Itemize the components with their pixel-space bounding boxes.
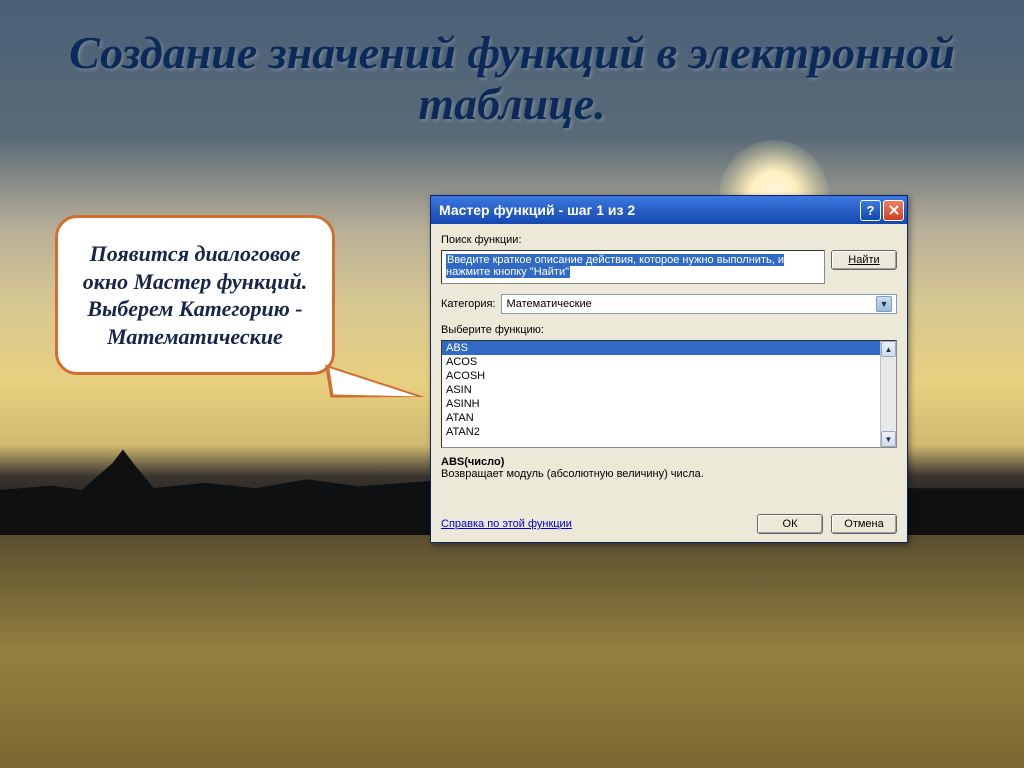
function-listbox[interactable]: ABSACOSACOSHASINASINHATANATAN2 ▲ ▼ <box>441 340 897 448</box>
ok-button[interactable]: ОК <box>757 514 823 534</box>
scroll-up-icon[interactable]: ▲ <box>881 341 896 357</box>
category-value: Математические <box>506 298 591 310</box>
list-item[interactable]: ACOS <box>442 355 880 369</box>
list-item[interactable]: ASINH <box>442 397 880 411</box>
function-wizard-dialog: Мастер функций - шаг 1 из 2 ? Поиск функ… <box>430 195 908 543</box>
category-select[interactable]: Математические ▼ <box>501 294 897 314</box>
dialog-title: Мастер функций - шаг 1 из 2 <box>439 202 635 218</box>
speech-bubble-tail <box>316 365 425 426</box>
close-icon <box>889 205 899 215</box>
search-label: Поиск функции: <box>441 234 897 246</box>
list-item[interactable]: ABS <box>442 341 880 355</box>
list-item[interactable]: ATAN2 <box>442 425 880 439</box>
find-button[interactable]: Найти <box>831 250 897 270</box>
speech-bubble: Появится диалоговое окно Мастер функций.… <box>55 215 335 375</box>
list-item[interactable]: ACOSH <box>442 369 880 383</box>
close-button[interactable] <box>883 200 904 221</box>
help-link[interactable]: Справка по этой функции <box>441 518 572 530</box>
function-description: ABS(число) Возвращает модуль (абсолютную… <box>441 456 897 500</box>
search-input[interactable]: Введите краткое описание действия, котор… <box>441 250 825 284</box>
function-desc-text: Возвращает модуль (абсолютную величину) … <box>441 468 704 480</box>
list-item[interactable]: ATAN <box>442 411 880 425</box>
cancel-button[interactable]: Отмена <box>831 514 897 534</box>
scrollbar[interactable]: ▲ ▼ <box>880 341 896 447</box>
scroll-down-icon[interactable]: ▼ <box>881 431 896 447</box>
slide-title: Создание значений функций в электронной … <box>0 28 1024 129</box>
chevron-down-icon: ▼ <box>876 296 892 312</box>
select-function-label: Выберите функцию: <box>441 324 897 336</box>
category-label: Категория: <box>441 298 495 310</box>
search-text-selected: Введите краткое описание действия, котор… <box>446 254 784 278</box>
function-signature: ABS(число) <box>441 456 504 468</box>
bubble-text: Появится диалоговое окно Мастер функций.… <box>83 241 307 349</box>
dialog-titlebar[interactable]: Мастер функций - шаг 1 из 2 ? <box>431 196 907 224</box>
help-button[interactable]: ? <box>860 200 881 221</box>
list-item[interactable]: ASIN <box>442 383 880 397</box>
